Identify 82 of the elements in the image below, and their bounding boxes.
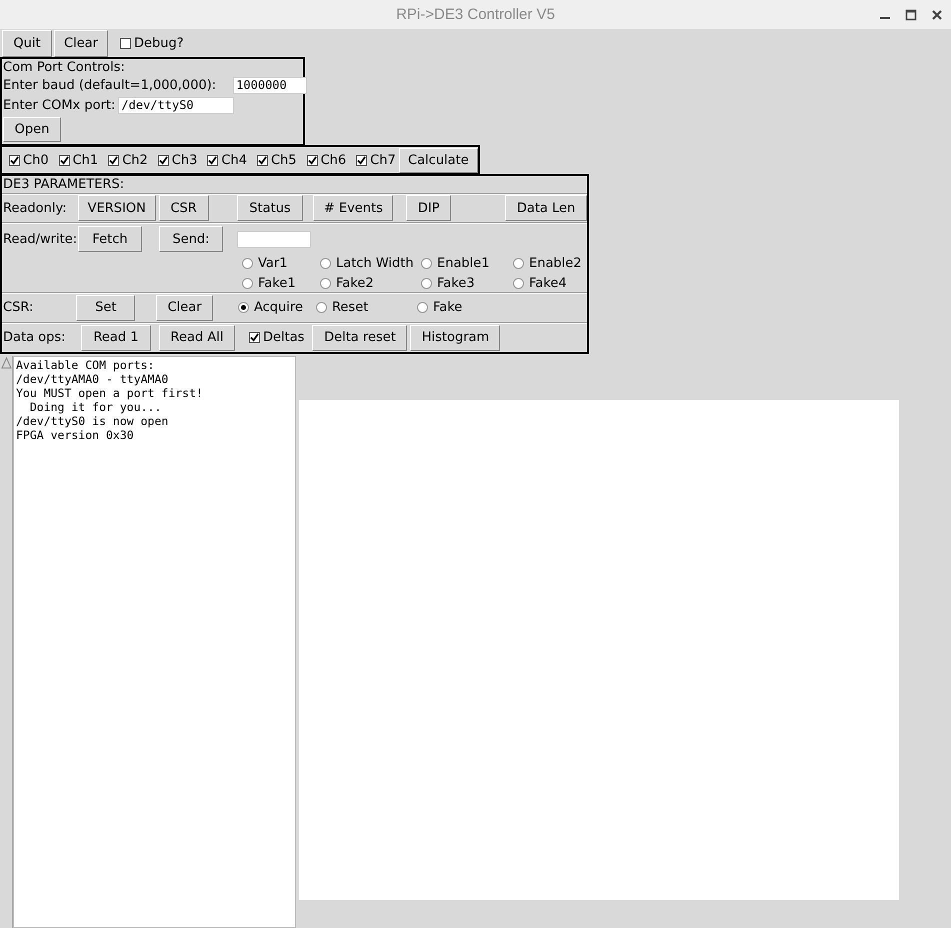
register-radio[interactable]: Latch Width [320, 254, 421, 272]
panel-title: Com Port Controls: [3, 60, 126, 75]
channel-checkbox[interactable]: Ch3 [158, 152, 198, 168]
radio-icon[interactable] [320, 258, 331, 269]
radio-icon[interactable] [421, 278, 432, 289]
register-radio[interactable]: Fake4 [513, 274, 591, 292]
channel-checkbox[interactable]: Ch0 [9, 152, 49, 168]
log-text-area[interactable]: Available COM ports: /dev/ttyAMA0 - ttyAMA0 You MUST open a port first! Doing it for you... /dev/ttyS0 is now open FPGA version 0x30 [13, 356, 296, 928]
radio-icon[interactable] [238, 302, 249, 314]
calculate-button[interactable]: Calculate [398, 148, 478, 172]
checkbox-icon[interactable] [120, 38, 131, 48]
row-label: Data ops: [3, 330, 67, 346]
register-radio[interactable]: Fake1 [242, 274, 320, 292]
log-line: Doing it for you... [28, 400, 162, 414]
action-button[interactable]: Fetch [78, 226, 142, 252]
csr-radio[interactable]: Fake [416, 298, 509, 317]
register-radio[interactable]: Enable2 [513, 254, 591, 272]
register-radio[interactable]: Enable1 [421, 254, 513, 272]
checkbox-icon[interactable] [249, 332, 260, 344]
channel-checkbox[interactable]: Ch7 [356, 152, 396, 168]
channel-checkbox[interactable]: Ch2 [108, 152, 148, 168]
radio-icon[interactable] [320, 278, 331, 289]
checkbox-icon[interactable] [108, 154, 120, 166]
radio-icon[interactable] [416, 302, 428, 314]
csr-radio[interactable]: Acquire [238, 298, 316, 317]
channel-checkbox[interactable]: Ch1 [58, 152, 98, 168]
toolbar-button[interactable]: Quit [2, 30, 52, 56]
radio-icon[interactable] [421, 258, 432, 269]
register-radio[interactable]: Var1 [242, 254, 320, 272]
row-label: Read/write: [3, 232, 78, 247]
radio-icon[interactable] [242, 278, 253, 289]
radio-icon[interactable] [513, 258, 524, 269]
window-title: RPi->DE3 Controller V5 [396, 6, 555, 23]
row-label: Readonly: [3, 200, 68, 216]
checkbox-icon[interactable] [256, 154, 268, 166]
read-button[interactable]: DIP [406, 195, 452, 222]
radio-icon[interactable] [316, 302, 327, 314]
data-button[interactable]: Histogram [410, 324, 500, 351]
log-line: /dev/ttyS0 is now open [16, 414, 170, 428]
checkbox-icon[interactable] [306, 154, 318, 166]
checkbox-icon[interactable] [58, 154, 70, 166]
scrollbar[interactable] [0, 356, 13, 928]
register-button[interactable]: Set [76, 294, 136, 321]
radio-icon[interactable] [242, 258, 253, 269]
read-button[interactable]: Status [236, 195, 304, 222]
checkbox-icon[interactable] [9, 154, 20, 166]
channel-checkbox[interactable]: Ch4 [207, 152, 247, 168]
row-label: CSR: [3, 300, 34, 316]
register-button[interactable]: Clear [156, 294, 213, 321]
register-radio[interactable]: Fake3 [421, 274, 513, 292]
close-icon[interactable] [931, 9, 943, 21]
radio-icon[interactable] [513, 278, 524, 289]
read-button[interactable]: VERSION [78, 195, 156, 222]
channel-checkbox[interactable]: Ch6 [306, 152, 346, 168]
checkbox-icon[interactable] [356, 154, 368, 166]
read-button[interactable]: # Events [313, 195, 394, 222]
channel-checkbox[interactable]: Ch5 [256, 152, 297, 168]
baud-label: Enter baud (default=1,000,000): [3, 78, 216, 92]
read-button[interactable]: Data Len [505, 195, 587, 222]
data-button[interactable]: Read 1 [81, 324, 151, 351]
data-button[interactable]: Delta reset [312, 324, 408, 351]
log-line: /dev/ttyAMA0 - ttyAMA0 [16, 372, 170, 386]
open-button[interactable]: Open [3, 117, 61, 142]
port-label: Enter COMx port: [3, 98, 116, 112]
baud-field[interactable]: 1000000 [233, 76, 308, 94]
log-line: FPGA version 0x30 [16, 428, 135, 442]
csr-radio[interactable]: Reset [316, 298, 417, 317]
deltas-checkbox[interactable]: Deltas [249, 330, 304, 346]
log-line: Available COM ports: [16, 358, 156, 372]
read-button[interactable]: CSR [158, 195, 209, 222]
checkbox-icon[interactable] [207, 154, 218, 166]
port-field[interactable]: /dev/ttyS0 [118, 96, 234, 114]
toolbar-button[interactable]: Clear [54, 30, 108, 56]
checkbox-icon[interactable] [158, 154, 169, 166]
panel-title: DE3 PARAMETERS: [3, 176, 124, 192]
log-line: You MUST open a port first! [16, 386, 204, 400]
send-field[interactable] [237, 230, 311, 248]
register-radio[interactable]: Fake2 [320, 274, 421, 292]
maximize-icon[interactable] [905, 9, 917, 21]
data-button[interactable]: Read All [159, 324, 235, 351]
action-button[interactable]: Send: [159, 226, 223, 252]
debug-checkbox[interactable]: Debug? [120, 36, 184, 50]
